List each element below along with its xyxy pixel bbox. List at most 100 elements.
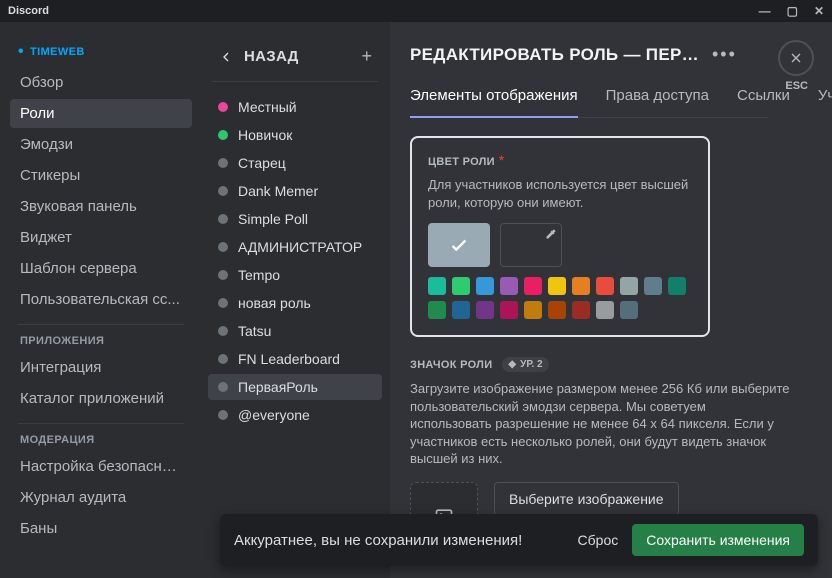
role-label: ПерваяРоль bbox=[238, 379, 318, 395]
color-swatch[interactable] bbox=[476, 301, 494, 319]
app-name: Discord bbox=[8, 5, 49, 17]
server-settings-sidebar: TIMEWEB ОбзорРолиЭмодзиСтикерыЗвуковая п… bbox=[0, 22, 200, 578]
sidebar-item[interactable]: Интеграция bbox=[10, 353, 192, 382]
roles-list-panel: НАЗАД + Местный Новичок Старец Dank Memer Si… bbox=[200, 22, 390, 578]
color-swatch[interactable] bbox=[524, 301, 542, 319]
esc-label: ESC bbox=[785, 80, 808, 92]
role-item[interactable]: Старец bbox=[208, 150, 382, 176]
role-item[interactable]: Tempo bbox=[208, 262, 382, 288]
sidebar-item[interactable]: Виджет bbox=[10, 223, 192, 252]
role-color-label: ЦВЕТ РОЛИ bbox=[428, 156, 495, 168]
sidebar-item[interactable]: Настройка безопасно... bbox=[10, 452, 192, 481]
back-label[interactable]: НАЗАД bbox=[244, 48, 299, 65]
role-color-dot bbox=[218, 242, 228, 252]
role-item[interactable]: АДМИНИСТРАТОР bbox=[208, 234, 382, 260]
sidebar-item[interactable]: Обзор bbox=[10, 68, 192, 97]
color-swatch[interactable] bbox=[452, 301, 470, 319]
sidebar-item[interactable]: Пользовательская сс... bbox=[10, 285, 192, 314]
section-apps-label: ПРИЛОЖЕНИЯ bbox=[20, 335, 182, 347]
role-icon-desc: Загрузите изображение размером менее 256… bbox=[410, 380, 790, 468]
required-mark: * bbox=[499, 152, 504, 168]
back-icon[interactable] bbox=[218, 49, 234, 65]
color-swatch[interactable] bbox=[500, 301, 518, 319]
role-item[interactable]: Новичок bbox=[208, 122, 382, 148]
default-color-swatch[interactable] bbox=[428, 223, 490, 267]
tab[interactable]: Элементы отображения bbox=[410, 87, 578, 118]
role-item[interactable]: новая роль bbox=[208, 290, 382, 316]
role-label: Старец bbox=[238, 155, 286, 171]
color-swatch[interactable] bbox=[524, 277, 542, 295]
server-name: TIMEWEB bbox=[18, 46, 184, 58]
window-minimize[interactable]: — bbox=[759, 4, 771, 18]
color-swatch[interactable] bbox=[668, 277, 686, 295]
sidebar-item[interactable]: Роли bbox=[10, 99, 192, 128]
choose-image-button[interactable]: Выберите изображение bbox=[494, 482, 679, 516]
role-item[interactable]: @everyone bbox=[208, 402, 382, 428]
role-label: новая роль bbox=[238, 295, 311, 311]
role-item[interactable]: Местный bbox=[208, 94, 382, 120]
sidebar-item[interactable]: Баны bbox=[10, 514, 192, 543]
color-swatch[interactable] bbox=[548, 301, 566, 319]
color-swatch[interactable] bbox=[476, 277, 494, 295]
tab[interactable]: Права доступа bbox=[606, 87, 709, 117]
role-item[interactable]: Dank Memer bbox=[208, 178, 382, 204]
more-options[interactable]: ••• bbox=[712, 44, 737, 65]
role-color-dot bbox=[218, 186, 228, 196]
color-swatch[interactable] bbox=[548, 277, 566, 295]
window-close[interactable]: ✕ bbox=[814, 4, 824, 18]
role-color-dot bbox=[218, 326, 228, 336]
level-badge: ◆ УР. 2 bbox=[502, 357, 548, 372]
role-icon-label: ЗНАЧОК РОЛИ bbox=[410, 359, 492, 371]
role-label: @everyone bbox=[238, 407, 310, 423]
role-label: Tatsu bbox=[238, 323, 271, 339]
tab[interactable]: Ссылки bbox=[737, 87, 790, 117]
close-button[interactable] bbox=[778, 40, 814, 76]
role-color-dot bbox=[218, 270, 228, 280]
role-label: FN Leaderboard bbox=[238, 351, 340, 367]
color-swatch[interactable] bbox=[596, 301, 614, 319]
section-mod-label: МОДЕРАЦИЯ bbox=[20, 434, 182, 446]
sidebar-item[interactable]: Стикеры bbox=[10, 161, 192, 190]
reset-button[interactable]: Сброс bbox=[578, 532, 619, 548]
color-swatch[interactable] bbox=[620, 277, 638, 295]
color-swatch[interactable] bbox=[644, 277, 662, 295]
role-label: Dank Memer bbox=[238, 183, 318, 199]
window-maximize[interactable]: ▢ bbox=[787, 4, 798, 18]
role-item[interactable]: Simple Poll bbox=[208, 206, 382, 232]
color-swatch[interactable] bbox=[452, 277, 470, 295]
sidebar-item[interactable]: Журнал аудита bbox=[10, 483, 192, 512]
sidebar-item[interactable]: Эмодзи bbox=[10, 130, 192, 159]
role-color-dot bbox=[218, 298, 228, 308]
role-label: Местный bbox=[238, 99, 297, 115]
role-editor: ESC РЕДАКТИРОВАТЬ РОЛЬ — ПЕРВАЯРО... •••… bbox=[390, 22, 832, 578]
custom-color-swatch[interactable] bbox=[500, 223, 562, 267]
role-label: Tempo bbox=[238, 267, 280, 283]
role-item[interactable]: ПерваяРоль bbox=[208, 374, 382, 400]
role-label: АДМИНИСТРАТОР bbox=[238, 239, 362, 255]
sidebar-item[interactable]: Звуковая панель bbox=[10, 192, 192, 221]
role-item[interactable]: Tatsu bbox=[208, 318, 382, 344]
color-swatch[interactable] bbox=[572, 301, 590, 319]
save-button[interactable]: Сохранить изменения bbox=[632, 524, 804, 556]
color-swatch[interactable] bbox=[428, 277, 446, 295]
sidebar-item[interactable]: Шаблон сервера bbox=[10, 254, 192, 283]
color-swatch[interactable] bbox=[428, 301, 446, 319]
role-item[interactable]: FN Leaderboard bbox=[208, 346, 382, 372]
color-swatch[interactable] bbox=[620, 301, 638, 319]
add-role-button[interactable]: + bbox=[361, 46, 372, 67]
eyedropper-icon bbox=[545, 228, 557, 240]
role-color-dot bbox=[218, 158, 228, 168]
role-label: Новичок bbox=[238, 127, 292, 143]
color-swatch[interactable] bbox=[500, 277, 518, 295]
sidebar-item[interactable]: Каталог приложений bbox=[10, 384, 192, 413]
color-swatch[interactable] bbox=[572, 277, 590, 295]
color-swatch[interactable] bbox=[596, 277, 614, 295]
role-color-dot bbox=[218, 102, 228, 112]
toast-message: Аккуратнее, вы не сохранили изменения! bbox=[234, 532, 522, 549]
role-color-dot bbox=[218, 382, 228, 392]
role-color-dot bbox=[218, 214, 228, 224]
role-color-desc: Для участников используется цвет высшей … bbox=[428, 176, 692, 211]
unsaved-changes-toast: Аккуратнее, вы не сохранили изменения! С… bbox=[220, 514, 818, 566]
tab[interactable]: Уч bbox=[818, 87, 832, 117]
gem-icon: ◆ bbox=[508, 359, 516, 370]
